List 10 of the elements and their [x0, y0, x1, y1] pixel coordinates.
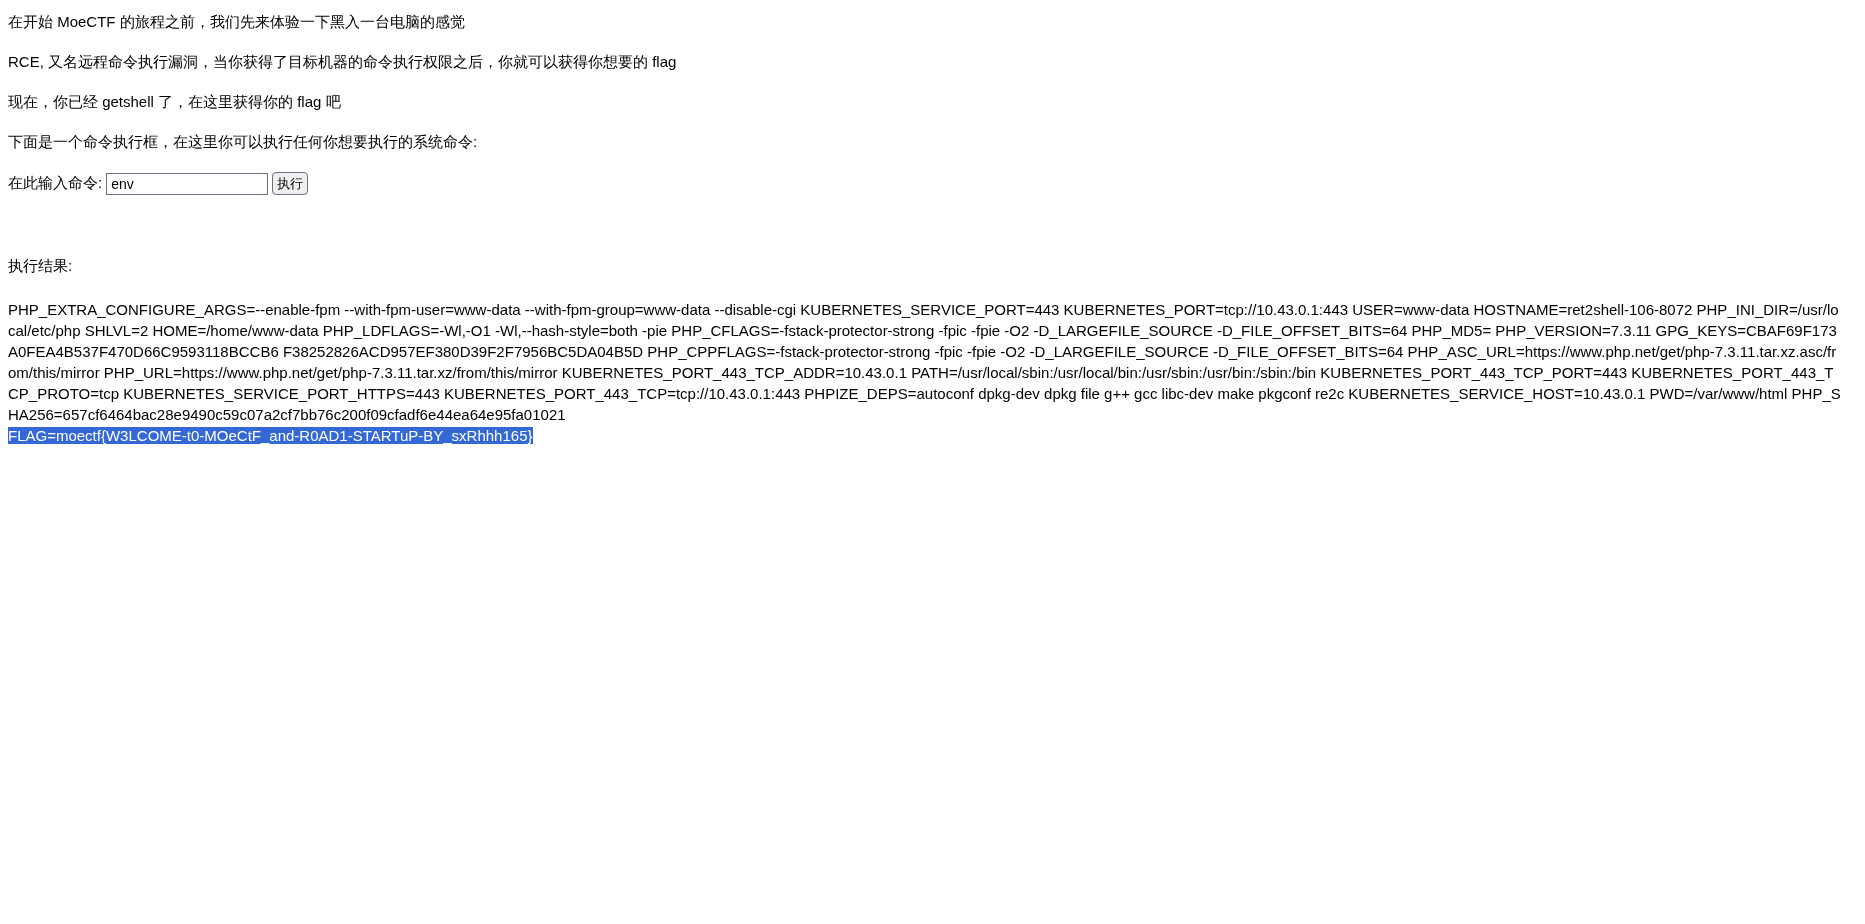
command-output: PHP_EXTRA_CONFIGURE_ARGS=--enable-fpm --with-fpm-user=www-data --with-fpm-group=www-data --disable-cgi KUBERNETES_SERVICE_PORT=443 KUBERNETES_PORT=tcp://10.43.0.1:443 USER=www-data HOSTNAME=ret2shell-106-8072 PHP_INI_DIR=/usr/local/etc/php SHLVL=2 HOME=/home/www-data PHP_LDFLAGS=-Wl,-O1 -Wl,--hash-style=both -pie PHP_CFLAGS=-fstack-protector-strong -fpic -fpie -O2 -D_LARGEFILE_SOURCE -D_FILE_OFFSET_BITS=64 PHP_MD5= PHP_VERSION=7.3.11 GPG_KEYS=CBAF69F173A0FEA4B537F470D66C9593118BCCB6 F38252826ACD957EF380D39F2F7956BC5DA04B5D PHP_CPPFLAGS=-fstack-protector-strong -fpic -fpie -O2 -D_LARGEFILE_SOURCE -D_FILE_OFFSET_BITS=64 PHP_ASC_URL=https://www.php.net/get/php-7.3.11.tar.xz.asc/from/this/mirror PHP_URL=https://www.php.net/get/php-7.3.11.tar.xz/from/this/mirror KUBERNETES_PORT_443_TCP_ADDR=10.43.0.1 PATH=/usr/local/sbin:/usr/local/bin:/usr/sbin:/usr/bin:/sbin:/bin KUBERNETES_PORT_443_TCP_PORT=443 KUBERNETES_PORT_443_TCP_PROTO=tcp KUBERNETES_SERVICE_PORT_HTTPS=443 KUBERNETES_PORT_443_TCP=tcp://10.43.0.1:443 PHPIZE_DEPS=autoconf dpkg-dev dpkg file g++ gcc libc-dev make pkgconf re2c KUBERNETES_SERVICE_HOST=10.43.0.1 PWD=/var/www/html PHP_SHA256=657cf6464bac28e9490c59c07a2cf7bb76c200f09cfadf6e44ea64e95fa01021 [8, 299, 1841, 425]
intro-text: 在开始 MoeCTF 的旅程之前，我们先来体验一下黑入一台电脑的感觉 [8, 12, 466, 31]
intro-text: RCE, 又名远程命令执行漏洞，当你获得了目标机器的命令执行权限之后，你就可以获得你想要的 flag [8, 52, 678, 71]
flag-text: FLAG=moectf{W3LCOME-t0-MOeCtF_and-R0AD1-STARTuP-BY_sxRhhh165} [8, 426, 533, 444]
command-label: 在此输入命令: [8, 173, 103, 194]
execute-button[interactable]: 执行 [272, 172, 309, 195]
result-heading: 执行结果: [8, 256, 74, 276]
intro-text: 现在，你已经 getshell 了，在这里获得你的 flag 吧 [8, 92, 342, 111]
command-input[interactable]: env [106, 172, 269, 195]
intro-text: 下面是一个命令执行框，在这里你可以执行任何你想要执行的系统命令: [8, 132, 479, 151]
